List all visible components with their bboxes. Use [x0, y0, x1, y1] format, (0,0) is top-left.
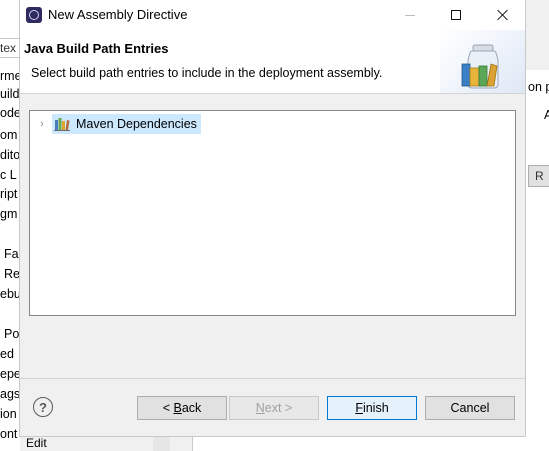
minimize-icon — [405, 14, 415, 16]
back-button[interactable]: < Back — [137, 396, 227, 420]
background-label: ion — [0, 407, 17, 421]
background-label: ags — [0, 387, 20, 401]
minimize-button[interactable] — [387, 0, 433, 30]
help-icon: ? — [39, 399, 47, 415]
next-button-label: ext > — [264, 401, 293, 415]
title-bar[interactable]: New Assembly Directive — [20, 0, 525, 30]
help-button[interactable]: ? — [33, 397, 53, 417]
background-label: uild — [0, 87, 20, 101]
background-bottom-strip: Edit — [20, 436, 527, 451]
back-button-mnemonic: B — [173, 401, 182, 415]
background-label: ebu — [0, 287, 20, 301]
background-right-pane: on p A R — [526, 0, 549, 451]
chevron-right-icon[interactable]: › — [36, 114, 48, 134]
background-label: dito — [0, 148, 20, 162]
back-button-label: ack — [181, 401, 202, 415]
background-scrollbar[interactable] — [153, 437, 170, 451]
build-path-entries-tree[interactable]: › Maven Dependencies — [29, 110, 516, 316]
next-button-mnemonic: N — [255, 401, 265, 415]
background-label: rme — [0, 69, 20, 83]
eclipse-app-icon — [26, 7, 42, 23]
close-button[interactable] — [479, 0, 525, 30]
background-label: Edit — [26, 436, 47, 450]
background-label: ont — [0, 427, 18, 441]
page-title: Java Build Path Entries — [24, 41, 169, 56]
new-assembly-directive-dialog: New Assembly Directive Java Build Path E… — [19, 0, 526, 437]
background-text-field: tex — [0, 38, 20, 58]
back-button-prefix: < — [162, 401, 174, 415]
background-label: A — [544, 108, 549, 122]
background-label: Re — [4, 267, 20, 281]
background-panel — [526, 70, 549, 451]
background-label: ed — [0, 347, 14, 361]
tree-row[interactable]: › Maven Dependencies — [36, 114, 201, 134]
jar-wizard-icon — [461, 44, 499, 89]
background-label: om — [0, 128, 18, 142]
background-label: Po — [4, 327, 20, 341]
page-description: Select build path entries to include in … — [31, 66, 383, 80]
dialog-title: New Assembly Directive — [48, 7, 188, 22]
cancel-button-label: Cancel — [450, 401, 490, 415]
finish-button[interactable]: Finish — [327, 396, 417, 420]
background-label: c L — [0, 168, 17, 182]
cancel-button[interactable]: Cancel — [425, 396, 515, 420]
background-button[interactable]: R — [528, 165, 549, 187]
finish-button-mnemonic: F — [355, 401, 363, 415]
background-toolbar — [526, 0, 549, 34]
finish-button-label: inish — [362, 401, 389, 415]
background-left-pane: tex rme uild ode om dito c L ript gm Fa … — [0, 0, 20, 451]
maximize-icon — [451, 10, 461, 20]
library-icon — [54, 118, 70, 131]
background-label: on p — [528, 80, 549, 94]
tree-item-maven-dependencies[interactable]: Maven Dependencies — [52, 114, 201, 134]
background-label: Fa — [4, 247, 19, 261]
maximize-button[interactable] — [433, 0, 479, 30]
background-label: ode — [0, 106, 20, 120]
wizard-header: Java Build Path Entries Select build pat… — [20, 30, 525, 94]
background-label: gm — [0, 207, 18, 221]
background-label: ript — [0, 187, 18, 201]
background-label: epe — [0, 367, 20, 381]
next-button[interactable]: Next > — [229, 396, 319, 420]
footer-separator — [20, 378, 525, 379]
background-pane — [192, 437, 527, 451]
close-icon — [496, 9, 508, 21]
tree-item-label: Maven Dependencies — [76, 117, 197, 131]
